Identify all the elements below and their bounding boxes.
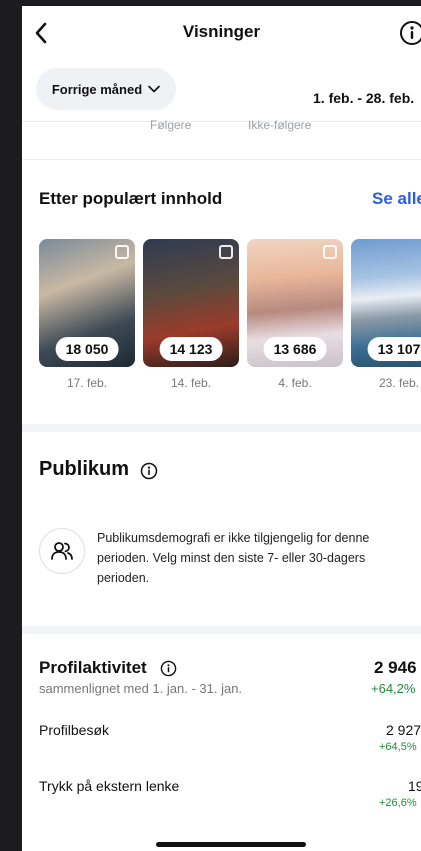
metric-label-external-link-taps: Trykk på ekstern lenke [39,778,180,794]
multi-post-icon [323,245,337,259]
metric-change-external-link-taps: +26,6% [379,797,417,809]
audience-icon-container [39,528,85,574]
period-label: Forrige måned [51,81,143,97]
post-thumbnail-4[interactable]: 13 107 [351,239,421,367]
scrolled-stub: Følgere Ikke-følgere [22,118,421,160]
people-icon [51,542,73,560]
chevron-down-icon [148,85,160,93]
profile-activity-change: +64,2% [371,681,416,696]
home-indicator[interactable] [156,842,306,847]
info-icon [400,21,421,45]
info-icon[interactable] [160,660,177,677]
see-all-link[interactable]: Se alle [372,189,421,209]
post-date: 14. feb. [170,376,212,390]
post-views-badge: 18 050 [55,337,119,361]
section-divider [22,626,421,634]
metric-label-profile-visits: Profilbesøk [39,722,110,738]
post-date: 17. feb. [66,376,108,390]
section-title-audience: Publikum [39,458,130,480]
page-title: Visninger [182,22,261,41]
device-bezel [0,0,22,851]
comparison-period: sammenlignet med 1. jan. - 31. jan. [39,681,243,696]
post-thumbnail-3[interactable]: 13 686 [247,239,343,367]
nav-header: Visninger [22,6,421,60]
post-date: 23. feb. [378,376,420,390]
audience-unavailable-message: Publikumsdemografi er ikke tilgjengelig … [97,531,370,585]
post-views-badge: 13 686 [263,337,327,361]
multi-post-icon [115,245,129,259]
stub-label-followers: Følgere [150,118,192,132]
post-views-badge: 13 107 [367,337,421,361]
period-dropdown[interactable]: Forrige måned [36,68,176,110]
post-thumbnail-2[interactable]: 14 123 [143,239,239,367]
info-button[interactable] [399,20,421,46]
multi-post-icon [219,245,233,259]
screen: Visninger Forrige måned 1. feb. - 28. fe… [22,6,421,851]
profile-activity-total: 2 946 [374,658,417,677]
metric-value-profile-visits: 2 927 [386,722,421,738]
section-title-profile-activity: Profilaktivitet [39,658,147,677]
post-views-badge: 14 123 [159,337,223,361]
section-title-popular: Etter populært innhold [39,189,223,208]
post-date: 4. feb. [278,376,312,390]
post-thumbnail-1[interactable]: 18 050 [39,239,135,367]
info-icon[interactable] [140,462,158,480]
metric-value-external-link-taps: 19 [408,778,421,794]
metric-change-profile-visits: +64,5% [379,741,417,753]
section-divider [22,424,421,432]
stub-label-nonfollowers: Ikke-følgere [248,118,312,132]
date-range: 1. feb. - 28. feb. [313,90,415,106]
filter-bar: Forrige måned 1. feb. - 28. feb. [22,60,421,122]
